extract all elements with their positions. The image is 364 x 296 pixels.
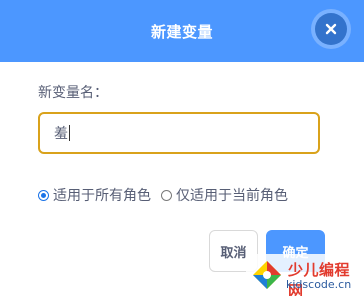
close-button[interactable] bbox=[315, 13, 347, 45]
dialog-title: 新建变量 bbox=[150, 22, 213, 41]
watermark-url: kidscode.cn bbox=[286, 278, 352, 291]
dialog-header: 新建变量 bbox=[0, 0, 364, 62]
text-caret bbox=[69, 125, 70, 141]
watermark-logo-icon bbox=[253, 261, 281, 289]
new-variable-dialog: 新建变量 新变量名： 羞 适用于所有角色 仅适用于当前角色 取消 确定 少儿编程… bbox=[0, 0, 364, 296]
scope-option-all-sprites[interactable]: 适用于所有角色 bbox=[38, 185, 151, 205]
radio-dot bbox=[41, 192, 46, 198]
scope-radio-group: 适用于所有角色 仅适用于当前角色 bbox=[38, 185, 298, 205]
radio-button-unchecked[interactable] bbox=[161, 189, 172, 201]
variable-name-input[interactable]: 羞 bbox=[38, 112, 320, 154]
close-icon bbox=[325, 23, 337, 35]
variable-name-value: 羞 bbox=[54, 126, 68, 142]
scope-option-this-sprite[interactable]: 仅适用于当前角色 bbox=[161, 185, 288, 205]
scope-option-label: 适用于所有角色 bbox=[53, 188, 151, 204]
scope-option-label: 仅适用于当前角色 bbox=[176, 188, 288, 204]
site-watermark: 少儿编程网 kidscode.cn bbox=[246, 254, 364, 296]
variable-name-label: 新变量名： bbox=[38, 85, 108, 101]
radio-button-checked[interactable] bbox=[38, 189, 49, 201]
